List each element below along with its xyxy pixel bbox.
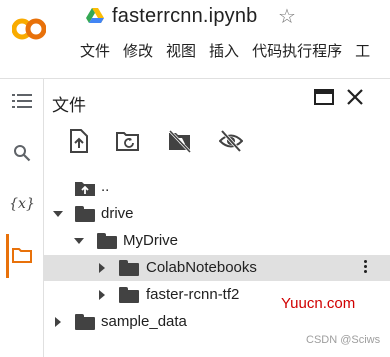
files-folder-icon[interactable] [10,243,34,267]
caret-right-icon[interactable] [99,263,105,273]
tree-label-drive: drive [101,205,134,222]
variables-icon[interactable]: {x} [9,192,35,216]
tree-label-mydrive: MyDrive [123,232,178,249]
upload-file-icon[interactable] [67,128,91,154]
menu-item-runtime[interactable]: 代码执行程序 [252,42,342,62]
menu-item-insert[interactable]: 插入 [209,42,239,62]
menu-item-view[interactable]: 视图 [166,42,196,62]
star-outline-icon[interactable]: ☆ [278,5,296,29]
variables-label: {x} [9,196,35,212]
folder-icon [119,287,139,303]
notebook-title[interactable]: fasterrcnn.ipynb [112,5,258,28]
files-panel-title: 文件 [52,96,86,115]
folder-up-icon [75,182,95,196]
hide-hidden-files-icon[interactable] [219,128,243,154]
colab-logo[interactable] [12,12,46,46]
tree-row-parent-dir[interactable]: .. [44,174,390,200]
menu-item-edit[interactable]: 修改 [123,42,153,62]
close-icon[interactable] [345,87,365,107]
maximize-icon[interactable] [314,88,334,106]
tree-row-colabnotebooks[interactable]: ColabNotebooks [44,255,390,281]
menu-item-file[interactable]: 文件 [80,42,110,62]
tree-label-faster-rcnn-tf2: faster-rcnn-tf2 [146,286,240,303]
rail-active-indicator [6,234,9,278]
mount-drive-off-icon[interactable] [168,128,192,154]
refresh-folder-icon[interactable] [116,128,140,154]
folder-icon [75,314,95,330]
menu-item-tools[interactable]: 工 [355,42,370,62]
caret-right-icon[interactable] [99,290,105,300]
search-icon[interactable] [10,141,34,165]
csdn-watermark: CSDN @Sciws [306,334,381,346]
left-icon-rail: {x} [0,79,44,357]
google-drive-icon [86,8,104,23]
more-vert-icon[interactable] [364,260,368,276]
tree-label-sample-data: sample_data [101,313,187,330]
tree-row-mydrive[interactable]: MyDrive [44,228,390,254]
tree-row-drive[interactable]: drive [44,201,390,227]
caret-down-icon[interactable] [53,211,63,217]
tree-label-colabnotebooks: ColabNotebooks [146,259,257,276]
tree-label-parent-dir: .. [101,178,110,195]
caret-down-icon[interactable] [74,238,84,244]
folder-icon [119,260,139,276]
site-watermark: Yuucn.com [281,295,356,312]
table-of-contents-icon[interactable] [10,89,34,113]
header-divider [0,78,390,79]
folder-icon [97,233,117,249]
menu-bar: 文件 修改 视图 插入 代码执行程序 工 [80,42,383,62]
tree-row-sample-data[interactable]: sample_data [44,309,390,335]
folder-icon [75,206,95,222]
caret-right-icon[interactable] [55,317,61,327]
